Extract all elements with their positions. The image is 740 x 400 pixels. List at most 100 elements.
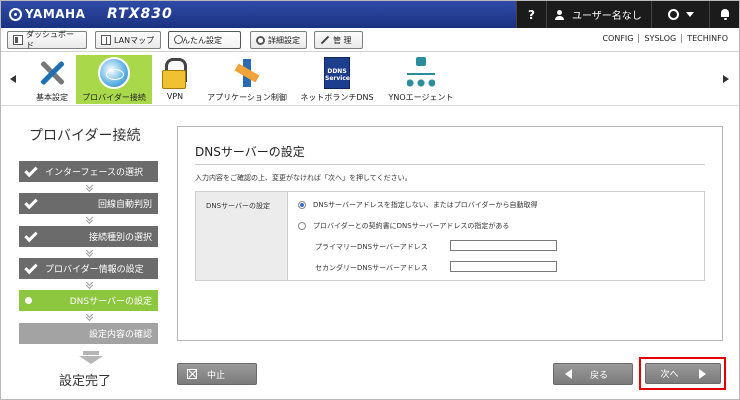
nav-bar: ダッシュボード LANマップ かんたん設定 詳細設定 管 理 CONFIG SY… bbox=[1, 28, 739, 52]
bell-icon bbox=[720, 9, 730, 20]
check-icon bbox=[24, 163, 38, 177]
nav-manage-button[interactable]: 管 理 bbox=[314, 31, 363, 49]
lan-map-icon bbox=[101, 35, 111, 45]
network-tree-icon bbox=[405, 57, 437, 89]
option-auto[interactable]: DNSサーバーアドレスを指定しない、またはプロバイダーから自動取得 bbox=[298, 200, 537, 210]
status-menu[interactable] bbox=[651, 1, 709, 28]
next-button[interactable]: 次へ bbox=[645, 363, 721, 384]
nav-label: 詳細設定 bbox=[268, 35, 300, 45]
nav-label: LANマップ bbox=[114, 35, 155, 45]
header-links: CONFIG SYSLOG TECHINFO bbox=[597, 34, 733, 43]
nav-lanmap-button[interactable]: LANマップ bbox=[95, 31, 161, 49]
option-auto-label: DNSサーバーアドレスを指定しない、またはプロバイダーから自動取得 bbox=[313, 201, 538, 209]
instructions: 入力内容をご確認の上、変更がなければ「次へ」を押してください。 bbox=[195, 174, 412, 182]
step-label: 設定内容の確認 bbox=[88, 330, 152, 340]
nav-easy-setup-button[interactable]: かんたん設定 bbox=[168, 31, 241, 49]
nav-dashboard-button[interactable]: ダッシュボード bbox=[7, 30, 87, 50]
step-label: インターフェースの選択 bbox=[45, 168, 144, 178]
help-button[interactable]: ? bbox=[516, 1, 546, 28]
step-label: 回線自動判別 bbox=[97, 200, 152, 210]
dns-form: DNSサーバーの設定 DNSサーバーアドレスを指定しない、またはプロバイダーから… bbox=[195, 191, 705, 281]
option-manual-label: プロバイダーとの契約書にDNSサーバーアドレスの指定がある bbox=[313, 222, 510, 230]
nav-label: 管 理 bbox=[333, 35, 352, 45]
notification-button[interactable] bbox=[709, 1, 739, 28]
yamaha-logo: YAMAHA bbox=[9, 7, 85, 21]
arrow-left-icon bbox=[565, 369, 572, 379]
app-control-icon bbox=[231, 57, 263, 89]
check-icon bbox=[24, 260, 38, 274]
current-step-dot-icon bbox=[25, 297, 32, 304]
syslog-link[interactable]: SYSLOG bbox=[638, 34, 681, 43]
step-auto-detect: 回線自動判別 bbox=[19, 193, 158, 214]
brand-name: YAMAHA bbox=[25, 7, 86, 21]
wrench-icon bbox=[320, 35, 330, 45]
dashboard-icon bbox=[13, 35, 23, 45]
step-label: DNSサーバーの設定 bbox=[69, 297, 152, 307]
globe-icon bbox=[98, 57, 130, 89]
chevron-down-icon bbox=[85, 313, 93, 321]
gear-icon bbox=[256, 35, 265, 45]
step-label: 接続種別の選択 bbox=[88, 233, 152, 243]
tool-label: プロバイダー接続 bbox=[82, 93, 146, 102]
model-name: RTX830 bbox=[107, 6, 173, 22]
next-button-highlight: 次へ bbox=[639, 357, 726, 390]
main-panel: DNSサーバーの設定 入力内容をご確認の上、変更がなければ「次へ」を押してくださ… bbox=[177, 126, 723, 341]
secondary-dns-input[interactable] bbox=[450, 261, 557, 272]
tool-vpn[interactable]: VPN bbox=[158, 55, 192, 104]
step-connection-type: 接続種別の選択 bbox=[19, 226, 158, 247]
techinfo-link[interactable]: TECHINFO bbox=[681, 34, 733, 43]
step-dns-settings: DNSサーバーの設定 bbox=[19, 290, 158, 311]
tool-label: 基本設定 bbox=[36, 93, 68, 102]
check-icon bbox=[24, 228, 38, 242]
step-complete: 設定完了 bbox=[59, 374, 112, 389]
radio-manual[interactable] bbox=[298, 222, 306, 230]
radio-auto[interactable] bbox=[298, 201, 306, 209]
config-link[interactable]: CONFIG bbox=[597, 34, 638, 43]
check-icon bbox=[24, 195, 38, 209]
step-provider-info: プロバイダー情報の設定 bbox=[19, 258, 158, 279]
tool-app-control[interactable]: アプリケーション制御 bbox=[201, 55, 293, 104]
chevron-down-icon bbox=[85, 216, 93, 224]
tool-provider-connection[interactable]: プロバイダー接続 bbox=[76, 55, 152, 104]
scroll-right-icon[interactable] bbox=[723, 75, 729, 83]
tools-icon bbox=[36, 57, 68, 89]
scroll-left-icon[interactable] bbox=[10, 75, 16, 83]
close-icon bbox=[187, 369, 197, 379]
arrow-right-icon bbox=[698, 368, 706, 379]
ddns-icon-text: DDNS Service bbox=[325, 68, 350, 82]
secondary-dns-label: セカンダリーDNSサーバーアドレス bbox=[315, 264, 428, 272]
tool-label: ネットボランチDNS bbox=[300, 93, 374, 102]
top-bar: YAMAHA RTX830 ? ユーザー名なし bbox=[1, 1, 739, 28]
page-title: DNSサーバーの設定 bbox=[195, 145, 305, 159]
primary-dns-label: プライマリーDNSサーバーアドレス bbox=[315, 243, 428, 251]
cancel-button[interactable]: 中止 bbox=[177, 363, 257, 385]
yamaha-emblem-icon bbox=[9, 7, 22, 21]
chevron-down-icon bbox=[685, 12, 694, 17]
next-label: 次へ bbox=[660, 370, 679, 380]
tool-basic-settings[interactable]: 基本設定 bbox=[31, 55, 73, 104]
tool-label: YNOエージェント bbox=[388, 93, 454, 102]
lock-icon bbox=[159, 57, 191, 89]
tool-netvolante-dns[interactable]: DDNS Service ネットボランチDNS bbox=[299, 55, 375, 104]
easy-setup-icon bbox=[174, 35, 183, 44]
arrow-down-icon bbox=[79, 351, 103, 364]
chevron-down-icon bbox=[85, 281, 93, 289]
back-label: 戻る bbox=[590, 370, 609, 381]
nav-label: ダッシュボード bbox=[26, 30, 74, 50]
primary-dns-input[interactable] bbox=[450, 240, 557, 251]
cancel-label: 中止 bbox=[207, 370, 226, 381]
form-label: DNSサーバーの設定 bbox=[196, 192, 288, 280]
chevron-down-icon bbox=[85, 184, 93, 192]
tool-label: アプリケーション制御 bbox=[207, 93, 287, 102]
back-button[interactable]: 戻る bbox=[553, 363, 633, 385]
tool-yno-agent[interactable]: YNOエージェント bbox=[383, 55, 459, 104]
step-confirm: 設定内容の確認 bbox=[19, 323, 158, 344]
wizard-title: プロバイダー接続 bbox=[29, 128, 141, 144]
user-menu[interactable]: ユーザー名なし bbox=[546, 1, 651, 28]
user-icon bbox=[555, 9, 564, 20]
nav-advanced-button[interactable]: 詳細設定 bbox=[250, 31, 307, 49]
chevron-down-icon bbox=[85, 249, 93, 257]
option-manual[interactable]: プロバイダーとの契約書にDNSサーバーアドレスの指定がある bbox=[298, 221, 509, 231]
tool-label: VPN bbox=[166, 92, 184, 101]
title-divider bbox=[195, 164, 705, 165]
